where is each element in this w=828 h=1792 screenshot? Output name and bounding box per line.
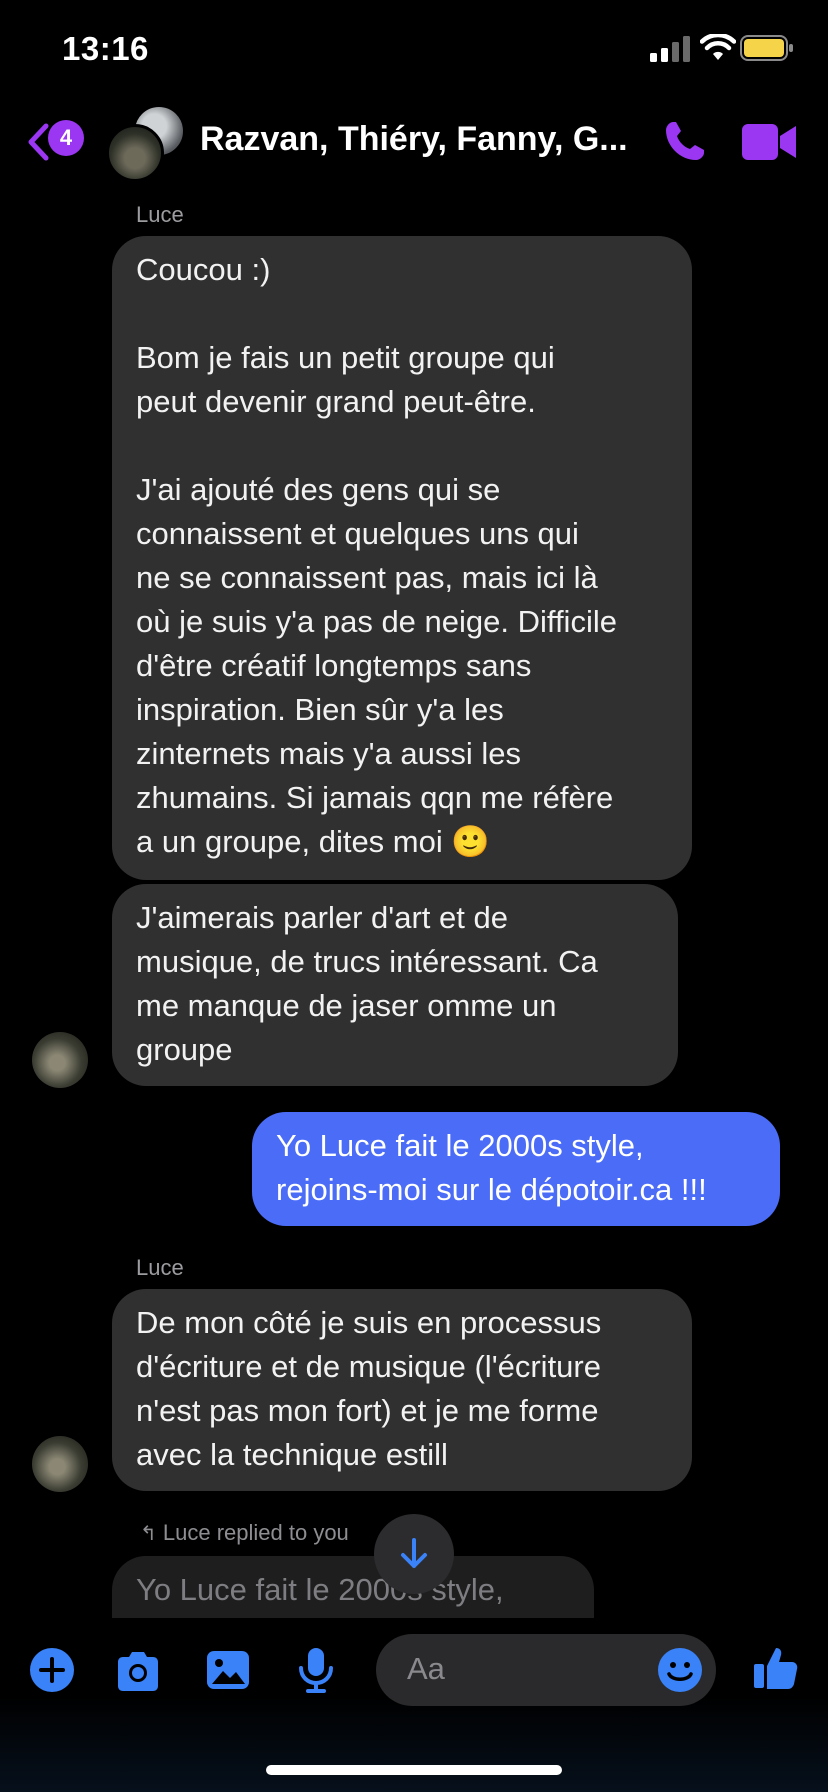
quoted-message-bubble[interactable]: Yo Luce fait le 2000s style,: [112, 1556, 594, 1620]
home-indicator: [266, 1765, 562, 1775]
message-bubble[interactable]: De mon côté je suis en processus d'écrit…: [112, 1289, 692, 1491]
scroll-to-bottom-button[interactable]: [374, 1514, 454, 1594]
emoji-icon[interactable]: [656, 1646, 704, 1694]
unread-count-badge: 4: [48, 120, 84, 156]
cellular-signal-icon: [650, 36, 690, 62]
arrow-down-icon: [401, 1538, 427, 1568]
message-bubble[interactable]: J'aimerais parler d'art et de musique, d…: [112, 884, 678, 1086]
outgoing-message-bubble[interactable]: Yo Luce fait le 2000s style, rejoins-moi…: [252, 1112, 780, 1226]
wifi-icon: [700, 34, 736, 60]
group-avatar[interactable]: [106, 100, 186, 182]
sender-name: Luce: [136, 1255, 184, 1280]
image-icon[interactable]: [204, 1646, 252, 1694]
chevron-left-icon: [28, 123, 49, 161]
message-input-placeholder: Aa: [407, 1651, 445, 1686]
sender-avatar[interactable]: [32, 1032, 88, 1088]
sender-avatar[interactable]: [32, 1436, 88, 1492]
thumbs-up-icon[interactable]: [752, 1644, 800, 1692]
battery-icon: [740, 35, 793, 61]
plus-icon[interactable]: [28, 1646, 76, 1694]
reply-arrow-icon: ↰: [140, 1523, 157, 1545]
message-bubble[interactable]: Coucou :) Bom je fais un petit groupe qu…: [112, 236, 692, 880]
microphone-icon[interactable]: [292, 1646, 340, 1694]
member-avatar: [106, 124, 164, 182]
camera-icon[interactable]: [114, 1648, 162, 1696]
reply-label-text: Luce replied to you: [162, 1520, 349, 1545]
conversation-title[interactable]: Razvan, Thiéry, Fanny, G...: [200, 120, 640, 159]
status-time: 13:16: [62, 30, 149, 67]
reply-indicator: ↰ Luce replied to you: [140, 1520, 349, 1546]
video-call-icon[interactable]: [742, 122, 798, 162]
sender-name: Luce: [136, 202, 184, 227]
phone-call-icon[interactable]: [660, 118, 708, 166]
